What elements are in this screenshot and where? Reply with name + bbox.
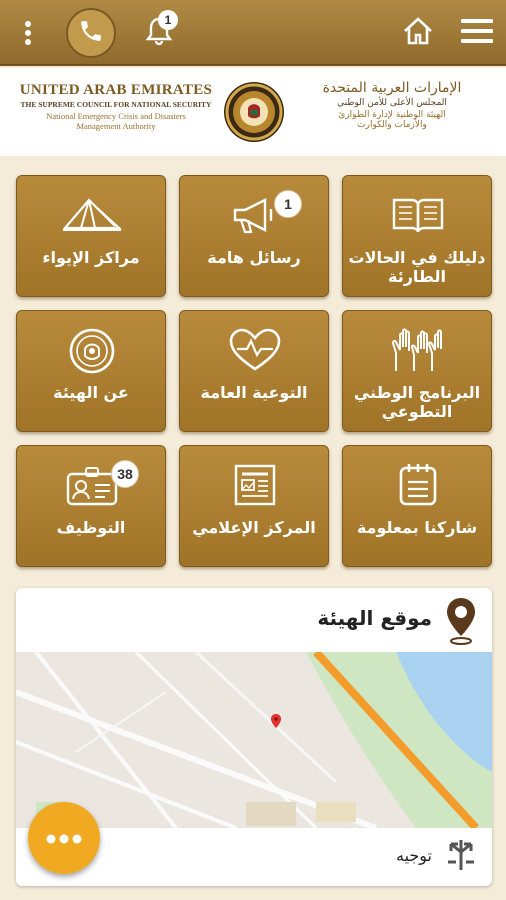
emblem-icon: [17, 327, 167, 377]
location-pin-icon: [444, 596, 478, 650]
banner-en-authority-1: National Emergency Crisis and Disasters: [46, 111, 186, 121]
tile-careers[interactable]: 38 التوظيف: [16, 445, 166, 567]
more-vert-icon[interactable]: [10, 0, 46, 66]
banner-en-council: THE SUPREME COUNCIL FOR NATIONAL SECURIT…: [20, 100, 212, 109]
more-horiz-icon: [46, 829, 82, 848]
book-icon: [343, 192, 493, 242]
directions-label[interactable]: توجيه: [396, 846, 432, 865]
id-card-icon: [17, 462, 167, 512]
heart-pulse-icon: [180, 327, 330, 377]
call-button[interactable]: [66, 8, 116, 58]
more-actions-fab[interactable]: [28, 802, 100, 874]
tile-label: مراكز الإيواء: [42, 248, 140, 267]
tile-public-awareness[interactable]: التوعية العامة: [179, 310, 329, 432]
menu-icon: [460, 17, 494, 49]
banner-ar-authority-1: الهيئة الوطنية لإدارة الطوارئ: [338, 110, 446, 120]
banner-english: UNITED ARAB EMIRATES THE SUPREME COUNCIL…: [16, 82, 216, 131]
tile-important-messages[interactable]: 1 رسائل هامة: [179, 175, 329, 297]
tile-label: البرنامج الوطني التطوعي: [353, 383, 481, 421]
banner-ar-title: الإمارات العربية المتحدة: [322, 80, 462, 96]
home-icon: [402, 16, 434, 50]
newspaper-icon: [180, 462, 330, 512]
tile-share-information[interactable]: شاركنا بمعلومة: [342, 445, 492, 567]
authority-banner: UNITED ARAB EMIRATES THE SUPREME COUNCIL…: [0, 68, 506, 156]
tile-label: التوظيف: [56, 518, 126, 537]
tile-volunteer-program[interactable]: البرنامج الوطني التطوعي: [342, 310, 492, 432]
top-app-bar: 1: [0, 0, 506, 66]
tile-about-authority[interactable]: عن الهيئة: [16, 310, 166, 432]
raised-hands-icon: [343, 327, 493, 377]
tent-icon: [17, 192, 167, 242]
banner-ar-council: المجلس الأعلى للأمن الوطني: [337, 98, 447, 108]
banner-ar-authority-2: والأزمات والكوارث: [357, 120, 427, 130]
directions-icon[interactable]: [444, 838, 478, 876]
location-map[interactable]: [16, 649, 492, 831]
notification-badge: 1: [158, 10, 178, 30]
phone-icon: [78, 18, 104, 48]
tile-media-center[interactable]: المركز الإعلامي: [179, 445, 329, 567]
tile-label: عن الهيئة: [53, 383, 129, 402]
banner-arabic: الإمارات العربية المتحدة المجلس الأعلى ل…: [292, 80, 492, 130]
tile-shelter-centers[interactable]: مراكز الإيواء: [16, 175, 166, 297]
notepad-icon: [343, 462, 493, 512]
megaphone-icon: [180, 192, 330, 242]
messages-badge: 1: [274, 190, 302, 218]
careers-badge: 38: [111, 460, 139, 488]
tile-emergency-guide[interactable]: دليلك في الحالات الطارئة: [342, 175, 492, 297]
tile-label: دليلك في الحالات الطارئة: [348, 248, 486, 286]
uae-emblem-icon: [222, 80, 286, 144]
notifications-button[interactable]: 1: [136, 0, 182, 66]
location-card-title: موقع الهيئة: [317, 606, 432, 630]
banner-en-authority-2: Management Authority: [76, 121, 156, 131]
tile-label: رسائل هامة: [207, 248, 301, 267]
tile-label: المركز الإعلامي: [192, 518, 316, 537]
home-button[interactable]: [396, 0, 440, 66]
tile-label: التوعية العامة: [200, 383, 308, 402]
tile-label: شاركنا بمعلومة: [356, 518, 478, 537]
menu-button[interactable]: [454, 0, 500, 66]
banner-en-title: UNITED ARAB EMIRATES: [19, 82, 213, 98]
